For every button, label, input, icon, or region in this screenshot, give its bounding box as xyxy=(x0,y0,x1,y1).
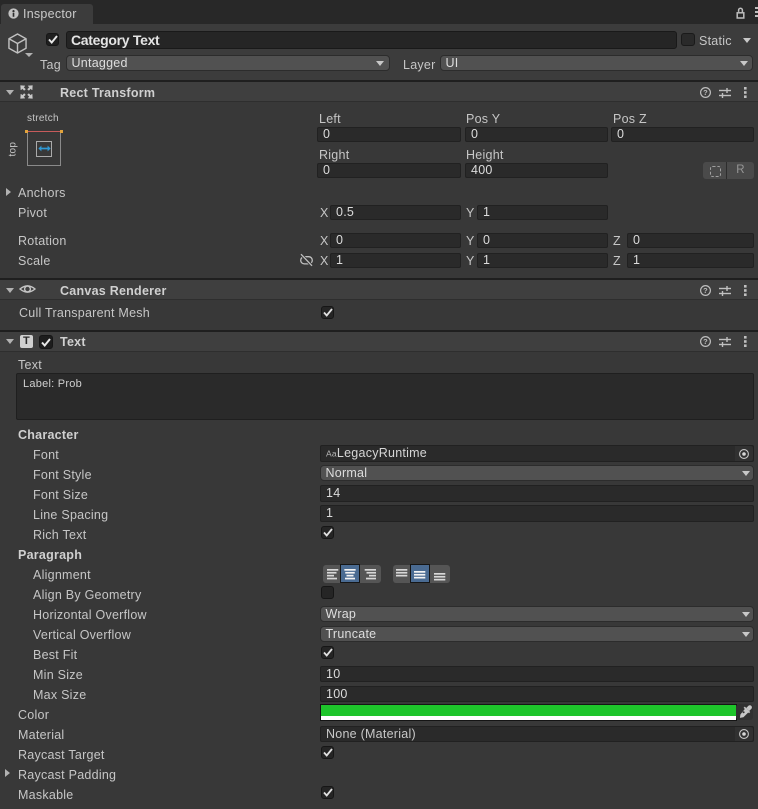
svg-text:?: ? xyxy=(703,286,708,295)
svg-text:?: ? xyxy=(703,88,708,97)
svg-text:?: ? xyxy=(703,337,708,346)
